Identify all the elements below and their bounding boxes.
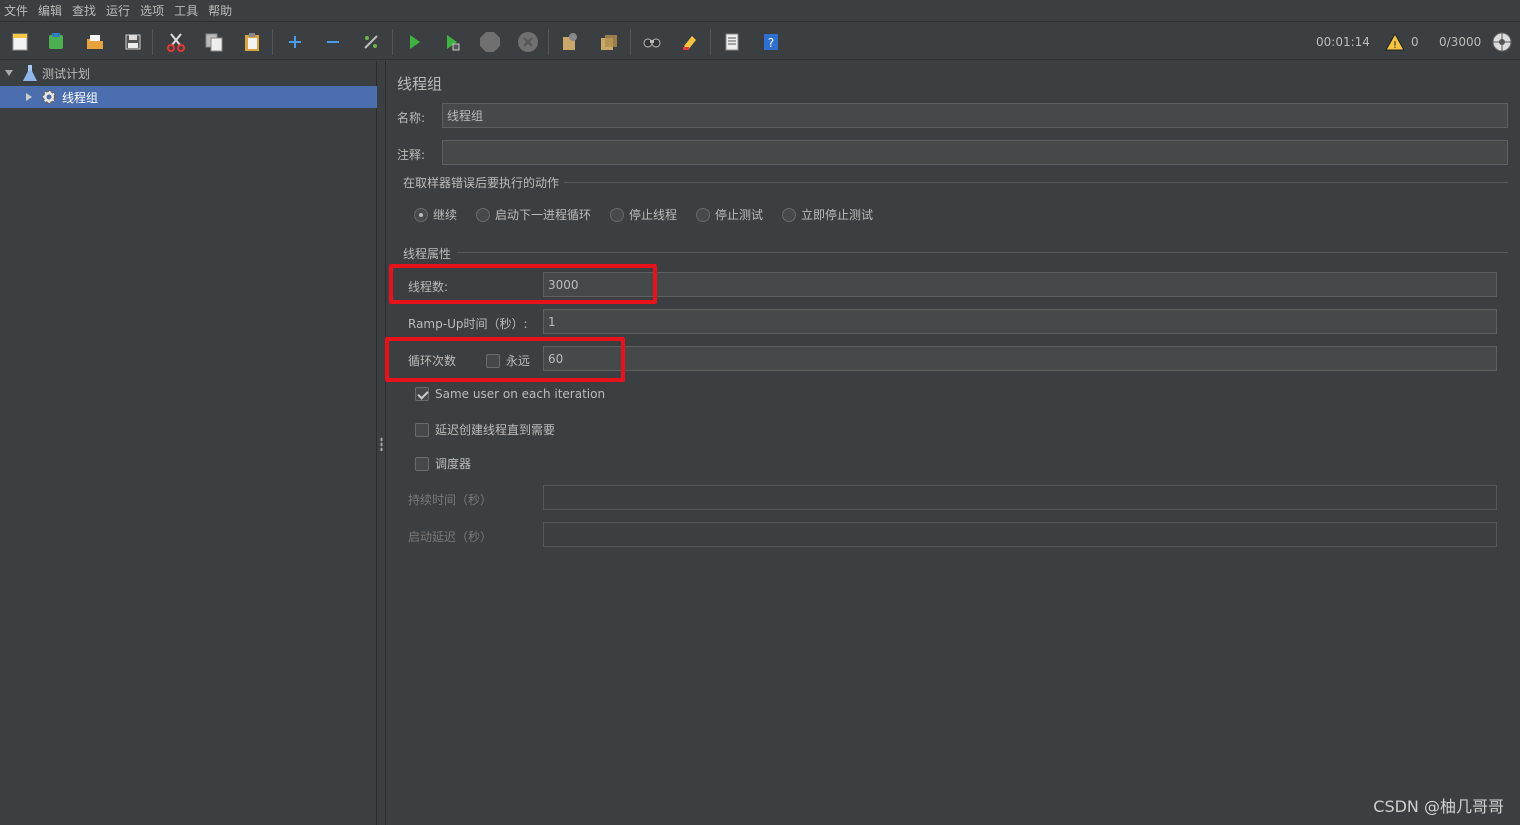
tree-node-thread-group[interactable]: 线程组	[0, 86, 377, 108]
radio-circle[interactable]	[476, 207, 490, 222]
toggle-icon[interactable]	[357, 28, 385, 56]
start-no-pause-icon[interactable]	[438, 28, 466, 56]
function-helper-icon[interactable]	[718, 28, 746, 56]
tree-label-test-plan: 测试计划	[42, 66, 91, 81]
timer: 00:01:14	[1316, 34, 1370, 49]
menu-tools[interactable]: 工具	[174, 2, 198, 19]
warning-icon: !	[1385, 32, 1405, 51]
menu-file[interactable]: 文件	[4, 2, 28, 19]
rampup-input[interactable]: 1	[543, 309, 1497, 334]
menu-run[interactable]: 运行	[106, 2, 130, 19]
checkbox-box[interactable]	[415, 456, 429, 471]
comment-input[interactable]	[442, 140, 1508, 165]
paste-icon[interactable]	[238, 28, 266, 56]
test-plan-tree: 测试计划 线程组	[0, 61, 377, 825]
clear-all-icon[interactable]	[595, 28, 623, 56]
svg-text:?: ?	[768, 36, 774, 50]
radio-stop-thread[interactable]: 停止线程	[610, 206, 677, 223]
thread-group-panel: 线程组 名称: 线程组 注释: 在取样器错误后要执行的动作 继续 启动下一进程循…	[385, 61, 1520, 825]
radio-stop-test-now[interactable]: 立即停止测试	[782, 206, 873, 223]
scheduler-label: 调度器	[435, 457, 472, 471]
thread-props-group-title: 线程属性	[403, 247, 452, 261]
duration-label: 持续时间（秒）	[408, 493, 493, 507]
templates-icon[interactable]	[42, 28, 70, 56]
help-icon[interactable]: ?	[757, 28, 785, 56]
expand-icon[interactable]	[281, 28, 309, 56]
radio-start-next-loop[interactable]: 启动下一进程循环	[476, 206, 591, 223]
tree-node-test-plan[interactable]: 测试计划	[0, 62, 377, 84]
highlight-box-loop	[385, 337, 625, 382]
search-icon[interactable]	[638, 28, 666, 56]
scheduler-checkbox[interactable]: 调度器	[415, 455, 471, 472]
highlight-box-threads	[389, 264, 657, 304]
menu-help[interactable]: 帮助	[208, 2, 232, 19]
error-action-group-title: 在取样器错误后要执行的动作	[403, 176, 560, 190]
warning-count: 0	[1411, 34, 1419, 49]
comment-label: 注释:	[397, 148, 426, 162]
shutdown-icon[interactable]	[514, 28, 542, 56]
radio-circle[interactable]	[696, 207, 710, 222]
chevron-down-icon[interactable]	[4, 68, 14, 78]
open-icon[interactable]	[81, 28, 109, 56]
radio-continue[interactable]: 继续	[414, 206, 457, 223]
radio-circle[interactable]	[782, 207, 796, 222]
radio-stop-test[interactable]: 停止测试	[696, 206, 763, 223]
duration-input[interactable]	[543, 485, 1497, 510]
split-pane-divider[interactable]	[378, 61, 386, 825]
checkbox-box[interactable]	[415, 422, 429, 437]
copy-icon[interactable]	[200, 28, 228, 56]
panel-title: 线程组	[397, 75, 443, 93]
menu-bar: 文件 编辑 查找 运行 选项 工具 帮助	[0, 0, 1520, 22]
radio-circle[interactable]	[414, 207, 428, 222]
cut-icon[interactable]	[162, 28, 190, 56]
startup-delay-label: 启动延迟（秒）	[408, 530, 493, 544]
delay-thread-creation-checkbox[interactable]: 延迟创建线程直到需要	[415, 421, 555, 438]
reset-search-icon[interactable]	[676, 28, 704, 56]
radio-label: 继续	[433, 208, 458, 222]
same-user-label: Same user on each iteration	[435, 387, 606, 401]
new-icon[interactable]	[6, 28, 34, 56]
warning-indicator[interactable]: ! 0	[1385, 23, 1419, 60]
flask-icon	[23, 65, 37, 81]
same-user-checkbox[interactable]: Same user on each iteration	[415, 387, 605, 401]
save-icon[interactable]	[119, 28, 147, 56]
thread-status: 0/3000	[1439, 34, 1482, 49]
startup-delay-input[interactable]	[543, 522, 1497, 547]
remote-icon[interactable]	[1488, 28, 1516, 56]
radio-label: 停止线程	[629, 208, 678, 222]
name-label: 名称:	[397, 111, 426, 125]
watermark: CSDN @柚几哥哥	[1373, 797, 1504, 816]
menu-edit[interactable]: 编辑	[38, 2, 62, 19]
start-icon[interactable]	[400, 28, 428, 56]
radio-label: 启动下一进程循环	[495, 208, 592, 222]
radio-label: 立即停止测试	[801, 208, 874, 222]
tree-label-thread-group: 线程组	[62, 90, 99, 105]
menu-options[interactable]: 选项	[140, 2, 164, 19]
stop-icon[interactable]	[476, 28, 504, 56]
name-input[interactable]: 线程组	[442, 103, 1508, 128]
threads-input[interactable]: 3000	[543, 272, 1497, 297]
chevron-right-icon[interactable]	[24, 92, 34, 102]
collapse-icon[interactable]	[319, 28, 347, 56]
clear-icon[interactable]	[556, 28, 584, 56]
menu-search[interactable]: 查找	[72, 2, 96, 19]
gear-icon	[42, 90, 56, 104]
radio-label: 停止测试	[715, 208, 764, 222]
toolbar: ? 00:01:14 ! 0 0/3000	[0, 23, 1520, 60]
radio-circle[interactable]	[610, 207, 624, 222]
loop-count-input[interactable]: 60	[543, 346, 1497, 371]
checkbox-box[interactable]	[415, 387, 429, 401]
svg-text:!: !	[1393, 40, 1397, 51]
rampup-label: Ramp-Up时间（秒）:	[408, 317, 528, 331]
delay-label: 延迟创建线程直到需要	[435, 423, 556, 437]
